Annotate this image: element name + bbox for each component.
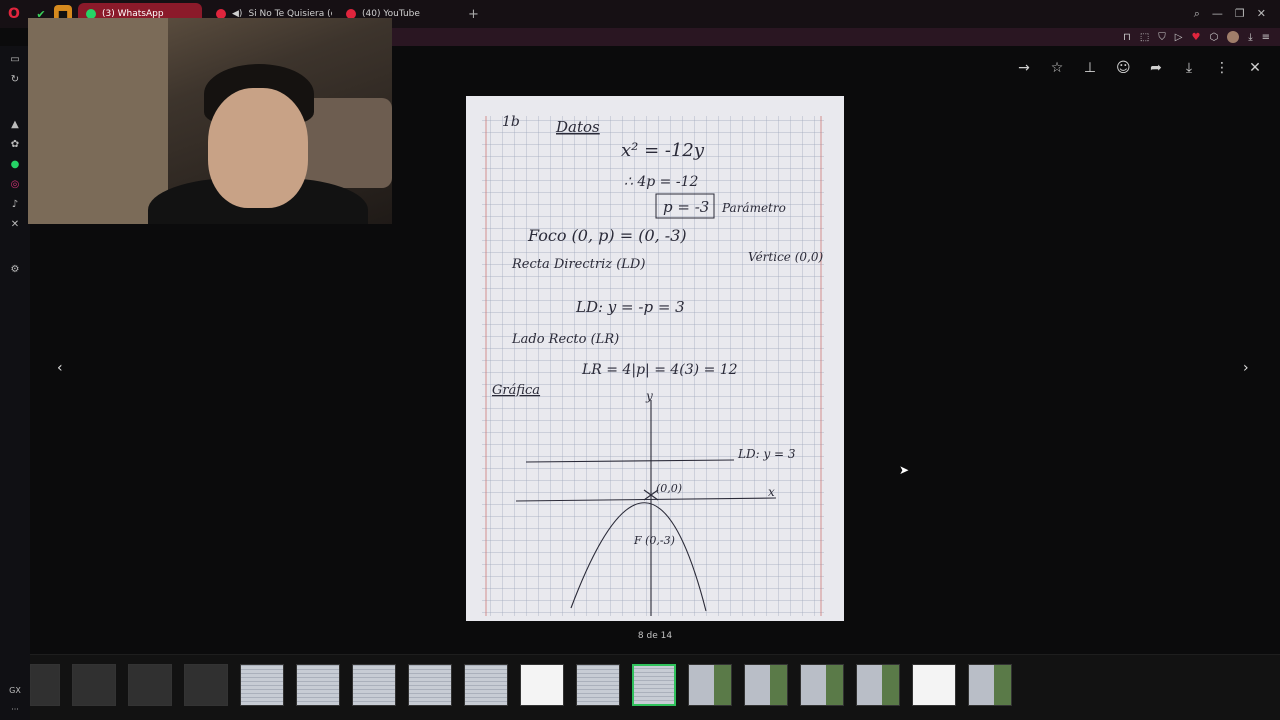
note-ld-graph: LD: y = 3 bbox=[737, 447, 796, 461]
thumbnail[interactable] bbox=[968, 664, 1012, 706]
player-icon[interactable]: ▭ bbox=[10, 54, 19, 65]
note-directriz-label: Recta Directriz (LD) bbox=[511, 257, 645, 272]
x-icon[interactable]: ✕ bbox=[11, 219, 19, 230]
next-button[interactable]: › bbox=[1243, 360, 1249, 376]
note-parametro: Parámetro bbox=[721, 201, 786, 215]
thumbnail[interactable] bbox=[72, 664, 116, 706]
tiktok-icon[interactable]: ♪ bbox=[12, 199, 18, 210]
notebook-photo: 1b Datos x² = -12y ∴ 4p = -12 p = -3 Par… bbox=[466, 96, 844, 621]
more-icon[interactable]: ⋮ bbox=[1215, 60, 1229, 76]
thumbnail[interactable] bbox=[184, 664, 228, 706]
more-icon[interactable]: ··· bbox=[11, 705, 19, 714]
gx-label[interactable]: GX bbox=[9, 686, 21, 695]
viewer-toolbar: → ☆ ⊥ ☺ ➦ ⤓ ⋮ ✕ bbox=[1017, 60, 1262, 76]
image-counter: 8 de 14 bbox=[637, 631, 673, 641]
thumbnail-selected[interactable] bbox=[632, 664, 676, 706]
whatsapp-icon[interactable]: ● bbox=[11, 159, 20, 170]
thumbnail[interactable] bbox=[408, 664, 452, 706]
sidebar: ▭ ↻ ▲ ✿ ● ◎ ♪ ✕ ⚙ GX ··· bbox=[0, 46, 30, 720]
settings-icon[interactable]: ⚙ bbox=[11, 264, 20, 275]
thumbnail[interactable] bbox=[240, 664, 284, 706]
thumbnail[interactable] bbox=[688, 664, 732, 706]
thumbnail[interactable] bbox=[912, 664, 956, 706]
star-icon[interactable]: ☆ bbox=[1050, 60, 1064, 76]
bookmark-icon[interactable]: ⊓ bbox=[1123, 32, 1131, 43]
extensions-icon[interactable]: ⬡ bbox=[1209, 32, 1218, 43]
note-axis-y: y bbox=[645, 389, 653, 403]
pin-icon[interactable]: ⊥ bbox=[1083, 60, 1097, 76]
note-equation: x² = -12y bbox=[621, 140, 705, 161]
search-icon[interactable]: ⌕ bbox=[1194, 7, 1200, 21]
thumbnail[interactable] bbox=[576, 664, 620, 706]
opera-logo-icon[interactable]: O bbox=[0, 0, 28, 28]
note-focus-graph: F (0,-3) bbox=[633, 534, 675, 547]
thumbnail[interactable] bbox=[744, 664, 788, 706]
note-datos: Datos bbox=[555, 118, 600, 136]
thumbnail-strip bbox=[30, 654, 1280, 720]
forward-icon[interactable]: → bbox=[1017, 60, 1031, 76]
menu-icon[interactable]: ≡ bbox=[1262, 32, 1270, 43]
thumbnail[interactable] bbox=[296, 664, 340, 706]
instagram-icon[interactable]: ◎ bbox=[11, 179, 20, 190]
emoji-icon[interactable]: ☺ bbox=[1116, 60, 1131, 76]
minimize-icon[interactable]: — bbox=[1212, 7, 1223, 21]
close-window-icon[interactable]: ✕ bbox=[1257, 7, 1266, 21]
note-step: ∴ 4p = -12 bbox=[624, 174, 698, 190]
note-axis-x: x bbox=[768, 485, 775, 499]
aria-icon[interactable]: ▲ bbox=[11, 119, 19, 130]
chatgpt-icon[interactable]: ✿ bbox=[11, 139, 19, 150]
thumbnail[interactable] bbox=[464, 664, 508, 706]
shield-icon[interactable]: ⛉ bbox=[1158, 32, 1166, 43]
share-icon[interactable]: ➦ bbox=[1149, 60, 1163, 76]
note-origin: (0,0) bbox=[656, 482, 682, 495]
note-title: 1b bbox=[502, 114, 520, 130]
download-icon[interactable]: ⤓ bbox=[1182, 60, 1196, 76]
play-icon[interactable]: ▷ bbox=[1175, 32, 1183, 43]
thumbnail[interactable] bbox=[128, 664, 172, 706]
prev-button[interactable]: ‹ bbox=[57, 360, 63, 376]
heart-icon[interactable]: ♥ bbox=[1191, 32, 1200, 43]
close-icon[interactable]: ✕ bbox=[1248, 60, 1262, 76]
thumbnail[interactable] bbox=[856, 664, 900, 706]
history-icon[interactable]: ↻ bbox=[11, 74, 19, 85]
note-lado-recto-label: Lado Recto (LR) bbox=[511, 332, 619, 347]
note-foco: Foco (0, p) = (0, -3) bbox=[527, 226, 687, 245]
note-vertice: Vértice (0,0) bbox=[748, 250, 823, 264]
mouse-cursor-icon: ➤ bbox=[899, 463, 910, 477]
notebook-drawing: 1b Datos x² = -12y ∴ 4p = -12 p = -3 Par… bbox=[466, 96, 844, 621]
note-directriz: LD: y = -p = 3 bbox=[575, 298, 685, 316]
avatar[interactable] bbox=[1227, 31, 1240, 43]
window-controls: ⌕ — ❐ ✕ bbox=[1194, 7, 1280, 21]
thumbnail[interactable] bbox=[800, 664, 844, 706]
restore-icon[interactable]: ❐ bbox=[1235, 7, 1245, 21]
note-lado-recto: LR = 4|p| = 4(3) = 12 bbox=[581, 362, 738, 378]
new-tab-button[interactable]: + bbox=[468, 7, 479, 22]
note-grafica: Gráfica bbox=[492, 383, 540, 398]
thumbnail[interactable] bbox=[30, 664, 60, 706]
download-icon[interactable]: ⤓ bbox=[1248, 32, 1252, 43]
note-p-value: p = -3 bbox=[663, 198, 709, 216]
thumbnail[interactable] bbox=[352, 664, 396, 706]
extensions-bar: ⊓ ⬚ ⛉ ▷ ♥ ⬡ ⤓ ≡ bbox=[392, 28, 1280, 46]
webcam-overlay bbox=[28, 18, 392, 224]
thumbnail[interactable] bbox=[520, 664, 564, 706]
snapshot-icon[interactable]: ⬚ bbox=[1140, 32, 1149, 43]
